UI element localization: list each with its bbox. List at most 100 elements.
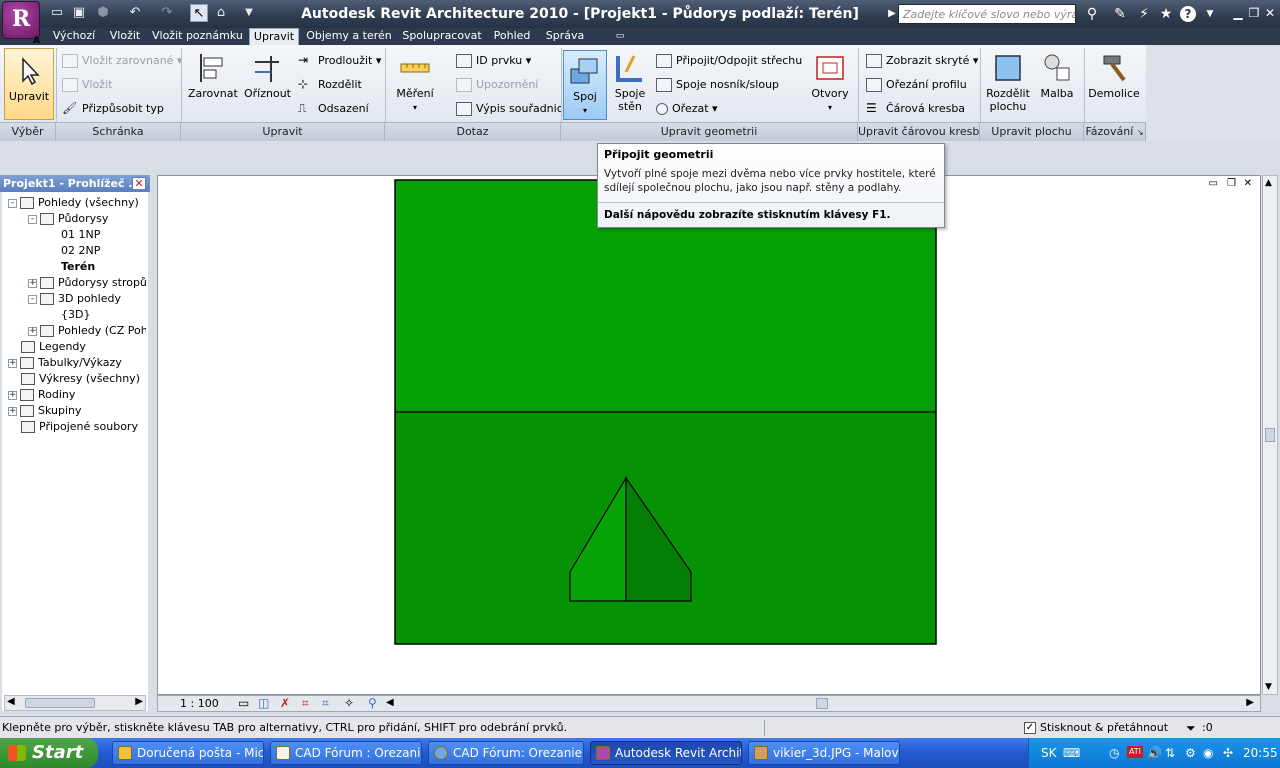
update-icon[interactable]: ⚙ — [1185, 738, 1196, 768]
tab-vychozi[interactable]: Výchozí — [50, 28, 98, 45]
terrain-bottom-region[interactable] — [395, 412, 936, 644]
browser-node[interactable]: 02 2NP — [8, 243, 146, 259]
split-button[interactable]: ⊹ Rozdělit — [298, 75, 382, 95]
openings-button[interactable]: Otvory ▾ — [808, 52, 852, 114]
task-revit[interactable]: Autodesk Revit Archit... — [590, 741, 742, 765]
temporary-hide-icon[interactable]: ✧ — [344, 696, 354, 710]
paint-button[interactable]: Malba — [1035, 52, 1079, 100]
view-close-icon[interactable]: ✕ — [1244, 178, 1252, 189]
browser-node[interactable]: + Tabulky/Výkazy — [8, 355, 146, 371]
reveal-hidden-icon[interactable]: ⚲ — [368, 696, 377, 710]
select-pointer-icon[interactable]: ↖ — [190, 4, 208, 22]
split-face-button[interactable]: Rozdělit plochu — [985, 52, 1031, 113]
panel-launcher-icon[interactable]: ↘ — [1137, 128, 1144, 137]
ati-icon[interactable]: ATI — [1127, 746, 1143, 758]
browser-node[interactable]: - 3D pohledy — [8, 291, 146, 307]
collapse-icon[interactable]: - — [8, 198, 17, 208]
binoculars-icon[interactable]: ⚲ — [1082, 4, 1102, 24]
expand-icon[interactable]: + — [28, 326, 37, 336]
align-button[interactable]: Zarovnat — [188, 52, 238, 100]
extend-button[interactable]: ⇥ Prodloužit ▾ — [298, 51, 382, 71]
close-browser-icon[interactable]: ✕ — [132, 177, 146, 190]
security-icon[interactable]: ◉ — [1203, 738, 1213, 768]
show-hidden-lines-button[interactable]: Zobrazit skryté ▾ — [866, 51, 978, 71]
wall-joins-button[interactable]: Spoje stěn — [610, 52, 650, 113]
collapse-icon[interactable]: - — [28, 294, 37, 304]
help-dropdown-icon[interactable]: ▼ — [1200, 4, 1220, 24]
join-geometry-button[interactable]: Spoj ▾ — [563, 50, 607, 120]
demolish-button[interactable]: Demolice — [1088, 52, 1140, 100]
undo-icon[interactable]: ↶ — [126, 4, 144, 22]
tab-pohled[interactable]: Pohled — [490, 28, 534, 45]
start-button[interactable]: Start — [0, 738, 98, 768]
restore-icon[interactable]: ❐ — [1246, 5, 1262, 21]
list-coordinates-button[interactable]: Výpis souřadnic — [456, 99, 563, 119]
tray-extra-icon[interactable]: ✣ — [1223, 738, 1233, 768]
language-indicator[interactable]: SK — [1041, 738, 1057, 768]
browser-node[interactable]: + Půdorysy stropů — [8, 275, 146, 291]
browser-node[interactable]: - Pohledy (všechny) — [8, 195, 146, 211]
dimension-icon[interactable]: ⌂ — [212, 4, 230, 22]
browser-node[interactable]: - Půdorysy — [8, 211, 146, 227]
tab-upravit[interactable]: Upravit — [249, 28, 299, 45]
measure-button[interactable]: Měření ▾ — [392, 52, 438, 114]
view-vertical-scrollbar[interactable]: ▲ ▼ — [1262, 175, 1278, 695]
subscription-icon[interactable]: ⚡ — [1134, 4, 1154, 24]
crop-region-icon[interactable]: ⌗ — [302, 696, 309, 711]
modify-button[interactable]: Upravit — [4, 48, 54, 120]
trim-button[interactable]: Oříznout — [244, 52, 291, 100]
task-outlook[interactable]: Doručená pošta - Mic... — [112, 741, 264, 765]
tab-vlozit[interactable]: Vložit — [104, 28, 146, 45]
hscroll-left-icon[interactable]: ◀ — [386, 697, 394, 708]
vertical-scroll-thumb[interactable] — [1265, 428, 1275, 442]
browser-scroll-thumb[interactable] — [25, 698, 95, 708]
cut-button[interactable]: Ořezat ▾ — [656, 99, 756, 119]
linework-button[interactable]: ☰ Čárová kresba — [866, 99, 976, 119]
open-icon[interactable]: ▭ — [48, 4, 66, 22]
help-icon[interactable]: ? — [1180, 6, 1196, 22]
attach-roof-button[interactable]: Připojit/Odpojit střechu — [656, 51, 802, 71]
browser-node[interactable]: Legendy — [8, 339, 146, 355]
tab-objemy-a-teren[interactable]: Objemy a terén — [306, 28, 392, 45]
task-cad-forum-browser[interactable]: CAD Fórum: Orezanie... — [428, 741, 584, 765]
keyboard-icon[interactable]: ⌨ — [1063, 738, 1080, 768]
beam-column-joins-button[interactable]: Spoje nosník/sloup — [656, 75, 796, 95]
view-minimize-icon[interactable]: ▭ — [1209, 178, 1218, 189]
expand-icon[interactable]: + — [8, 390, 17, 400]
tab-sprava[interactable]: Správa — [540, 28, 590, 45]
filter-icon[interactable]: ⏷ — [1186, 717, 1196, 739]
browser-node[interactable]: {3D} — [8, 307, 146, 323]
qat-dropdown-icon[interactable]: ▼ — [240, 4, 258, 22]
cut-profile-button[interactable]: Ořezání profilu — [866, 75, 976, 95]
task-paint[interactable]: vikier_3d.JPG - Malov... — [748, 741, 900, 765]
scroll-left-icon[interactable]: ◀ — [7, 696, 15, 707]
clock[interactable]: 20:55 — [1243, 738, 1278, 768]
snap-checkbox[interactable]: ✓ — [1024, 722, 1036, 734]
browser-node[interactable]: + Rodiny — [8, 387, 146, 403]
match-type-button[interactable]: 🖌 Přizpůsobit typ — [62, 99, 178, 119]
browser-node[interactable]: + Skupiny — [8, 403, 146, 419]
detail-level-icon[interactable]: ▭ — [238, 696, 249, 710]
browser-node[interactable]: Terén — [8, 259, 146, 275]
tools-icon[interactable]: ✎ — [1110, 4, 1130, 24]
expand-icon[interactable]: + — [8, 406, 17, 416]
scroll-right-icon[interactable]: ▶ — [135, 696, 143, 707]
ribbon-minimize-icon[interactable]: ▭ — [608, 28, 632, 45]
horizontal-scroll-thumb[interactable] — [816, 698, 828, 709]
application-menu-button[interactable]: RA — [2, 1, 40, 46]
hscroll-right-icon[interactable]: ▶ — [1246, 697, 1254, 708]
close-icon[interactable]: ✕ — [1262, 5, 1278, 21]
search-input[interactable]: Zadejte klíčové slovo nebo výraz — [898, 4, 1076, 24]
browser-node[interactable]: Výkresy (všechny) — [8, 371, 146, 387]
drawing-view[interactable]: ▭ ❐ ✕ — [157, 175, 1261, 695]
view-scale[interactable]: 1 : 100 — [180, 697, 219, 710]
expand-icon[interactable]: + — [28, 278, 37, 288]
network-icon[interactable]: ⇅ — [1165, 738, 1175, 768]
tab-spolupracovat[interactable]: Spolupracovat — [400, 28, 484, 45]
task-cad-forum-mail[interactable]: CAD Fórum : Orezani... — [270, 741, 422, 765]
browser-node[interactable]: + Pohledy (CZ Pohled) — [8, 323, 146, 339]
browser-node[interactable]: Připojené soubory — [8, 419, 146, 435]
element-id-button[interactable]: ID prvku ▾ — [456, 51, 556, 71]
visual-style-icon[interactable]: ◫ — [258, 696, 269, 710]
collapse-icon[interactable]: - — [28, 214, 37, 224]
